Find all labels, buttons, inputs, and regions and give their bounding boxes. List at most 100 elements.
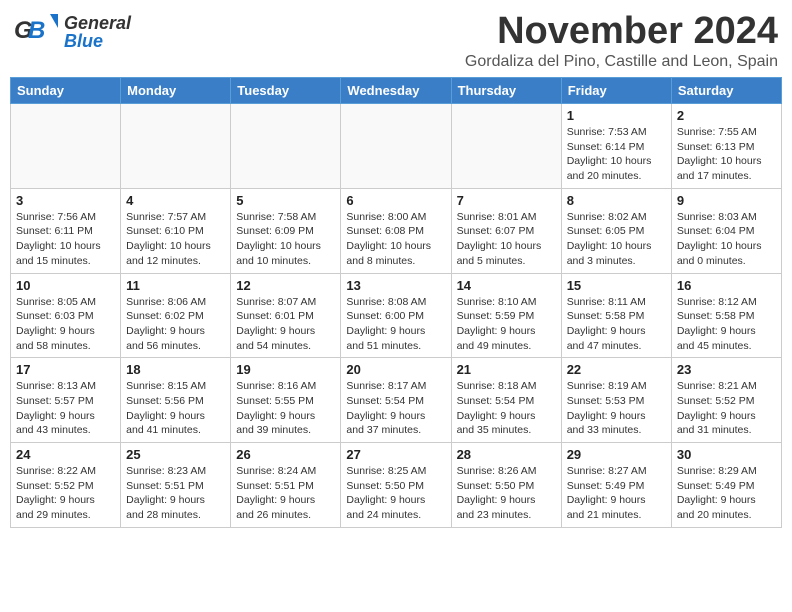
- day-number: 6: [346, 193, 445, 208]
- day-info: Sunrise: 8:29 AM Sunset: 5:49 PM Dayligh…: [677, 464, 776, 523]
- day-number: 10: [16, 278, 115, 293]
- calendar-cell: 21 Sunrise: 8:18 AM Sunset: 5:54 PM Dayli…: [451, 358, 561, 443]
- calendar-cell: 14Sunrise: 8:10 AM Sunset: 5:59 PM Dayli…: [451, 273, 561, 358]
- calendar-cell: 5 Sunrise: 7:58 AM Sunset: 6:09 PM Daylig…: [231, 188, 341, 273]
- day-number: 8: [567, 193, 666, 208]
- day-number: 11: [126, 278, 225, 293]
- calendar-cell: 4Sunrise: 7:57 AM Sunset: 6:10 PM Daylig…: [121, 188, 231, 273]
- day-number: 17: [16, 362, 115, 377]
- calendar-cell: 20Sunrise: 8:17 AM Sunset: 5:54 PM Dayli…: [341, 358, 451, 443]
- day-number: 13: [346, 278, 445, 293]
- calendar-cell: [451, 104, 561, 189]
- location-text: Gordaliza del Pino, Castille and Leon, S…: [465, 53, 778, 71]
- day-info: Sunrise: 8:01 AM Sunset: 6:07 PM Dayligh…: [457, 210, 556, 269]
- calendar-cell: 11Sunrise: 8:06 AM Sunset: 6:02 PM Dayli…: [121, 273, 231, 358]
- day-info: Sunrise: 8:22 AM Sunset: 5:52 PM Dayligh…: [16, 464, 115, 523]
- day-info: Sunrise: 8:12 AM Sunset: 5:58 PM Dayligh…: [677, 295, 776, 354]
- calendar-cell: 13 Sunrise: 8:08 AM Sunset: 6:00 PM Dayli…: [341, 273, 451, 358]
- weekday-header-monday: Monday: [121, 78, 231, 104]
- day-info: Sunrise: 8:18 AM Sunset: 5:54 PM Dayligh…: [457, 379, 556, 438]
- calendar-cell: 30 Sunrise: 8:29 AM Sunset: 5:49 PM Dayli…: [671, 443, 781, 528]
- day-info: Sunrise: 8:05 AM Sunset: 6:03 PM Dayligh…: [16, 295, 115, 354]
- logo-text: General Blue: [64, 14, 131, 50]
- day-number: 30: [677, 447, 776, 462]
- calendar-cell: 17Sunrise: 8:13 AM Sunset: 5:57 PM Dayli…: [11, 358, 121, 443]
- day-info: Sunrise: 8:19 AM Sunset: 5:53 PM Dayligh…: [567, 379, 666, 438]
- day-number: 7: [457, 193, 556, 208]
- day-info: Sunrise: 8:23 AM Sunset: 5:51 PM Dayligh…: [126, 464, 225, 523]
- day-info: Sunrise: 8:24 AM Sunset: 5:51 PM Dayligh…: [236, 464, 335, 523]
- calendar-cell: 10 Sunrise: 8:05 AM Sunset: 6:03 PM Dayli…: [11, 273, 121, 358]
- calendar-cell: 28 Sunrise: 8:26 AM Sunset: 5:50 PM Dayli…: [451, 443, 561, 528]
- calendar-cell: [341, 104, 451, 189]
- day-number: 5: [236, 193, 335, 208]
- calendar-cell: 12Sunrise: 8:07 AM Sunset: 6:01 PM Dayli…: [231, 273, 341, 358]
- calendar-cell: [121, 104, 231, 189]
- calendar-cell: 18 Sunrise: 8:15 AM Sunset: 5:56 PM Dayli…: [121, 358, 231, 443]
- day-info: Sunrise: 8:08 AM Sunset: 6:00 PM Dayligh…: [346, 295, 445, 354]
- day-number: 20: [346, 362, 445, 377]
- day-info: Sunrise: 8:27 AM Sunset: 5:49 PM Dayligh…: [567, 464, 666, 523]
- calendar-cell: 6 Sunrise: 8:00 AM Sunset: 6:08 PM Daylig…: [341, 188, 451, 273]
- day-number: 16: [677, 278, 776, 293]
- logo-general: General: [64, 14, 131, 32]
- day-number: 12: [236, 278, 335, 293]
- calendar-cell: 9 Sunrise: 8:03 AM Sunset: 6:04 PM Daylig…: [671, 188, 781, 273]
- day-info: Sunrise: 7:58 AM Sunset: 6:09 PM Dayligh…: [236, 210, 335, 269]
- calendar-cell: 3Sunrise: 7:56 AM Sunset: 6:11 PM Daylig…: [11, 188, 121, 273]
- weekday-header-tuesday: Tuesday: [231, 78, 341, 104]
- logo-blue: Blue: [64, 32, 131, 50]
- day-info: Sunrise: 8:26 AM Sunset: 5:50 PM Dayligh…: [457, 464, 556, 523]
- day-number: 9: [677, 193, 776, 208]
- day-number: 4: [126, 193, 225, 208]
- day-info: Sunrise: 8:03 AM Sunset: 6:04 PM Dayligh…: [677, 210, 776, 269]
- weekday-header-sunday: Sunday: [11, 78, 121, 104]
- day-number: 18: [126, 362, 225, 377]
- week-row-5: 24 Sunrise: 8:22 AM Sunset: 5:52 PM Dayli…: [11, 443, 782, 528]
- week-row-2: 3Sunrise: 7:56 AM Sunset: 6:11 PM Daylig…: [11, 188, 782, 273]
- day-info: Sunrise: 8:02 AM Sunset: 6:05 PM Dayligh…: [567, 210, 666, 269]
- calendar-cell: 1 Sunrise: 7:53 AM Sunset: 6:14 PM Daylig…: [561, 104, 671, 189]
- calendar-cell: [11, 104, 121, 189]
- day-info: Sunrise: 8:15 AM Sunset: 5:56 PM Dayligh…: [126, 379, 225, 438]
- day-number: 26: [236, 447, 335, 462]
- calendar-cell: 22 Sunrise: 8:19 AM Sunset: 5:53 PM Dayli…: [561, 358, 671, 443]
- day-info: Sunrise: 8:11 AM Sunset: 5:58 PM Dayligh…: [567, 295, 666, 354]
- calendar-cell: 26 Sunrise: 8:24 AM Sunset: 5:51 PM Dayli…: [231, 443, 341, 528]
- day-number: 23: [677, 362, 776, 377]
- day-number: 27: [346, 447, 445, 462]
- day-info: Sunrise: 7:55 AM Sunset: 6:13 PM Dayligh…: [677, 125, 776, 184]
- day-number: 22: [567, 362, 666, 377]
- day-number: 15: [567, 278, 666, 293]
- svg-text:B: B: [28, 17, 45, 44]
- calendar-body: 1 Sunrise: 7:53 AM Sunset: 6:14 PM Daylig…: [11, 104, 782, 528]
- day-number: 1: [567, 108, 666, 123]
- calendar-cell: 24 Sunrise: 8:22 AM Sunset: 5:52 PM Dayli…: [11, 443, 121, 528]
- calendar-cell: [231, 104, 341, 189]
- week-row-3: 10 Sunrise: 8:05 AM Sunset: 6:03 PM Dayli…: [11, 273, 782, 358]
- day-number: 25: [126, 447, 225, 462]
- calendar-cell: 27 Sunrise: 8:25 AM Sunset: 5:50 PM Dayli…: [341, 443, 451, 528]
- day-info: Sunrise: 7:56 AM Sunset: 6:11 PM Dayligh…: [16, 210, 115, 269]
- weekday-header-thursday: Thursday: [451, 78, 561, 104]
- calendar-cell: 29Sunrise: 8:27 AM Sunset: 5:49 PM Dayli…: [561, 443, 671, 528]
- calendar-cell: 16 Sunrise: 8:12 AM Sunset: 5:58 PM Dayli…: [671, 273, 781, 358]
- day-info: Sunrise: 8:00 AM Sunset: 6:08 PM Dayligh…: [346, 210, 445, 269]
- day-number: 21: [457, 362, 556, 377]
- day-number: 24: [16, 447, 115, 462]
- day-info: Sunrise: 8:25 AM Sunset: 5:50 PM Dayligh…: [346, 464, 445, 523]
- calendar-table: SundayMondayTuesdayWednesdayThursdayFrid…: [10, 77, 782, 528]
- page-header: G B General Blue November 2024 Gordaliza…: [10, 10, 782, 71]
- calendar-cell: 8 Sunrise: 8:02 AM Sunset: 6:05 PM Daylig…: [561, 188, 671, 273]
- week-row-4: 17Sunrise: 8:13 AM Sunset: 5:57 PM Dayli…: [11, 358, 782, 443]
- day-info: Sunrise: 7:53 AM Sunset: 6:14 PM Dayligh…: [567, 125, 666, 184]
- title-area: November 2024 Gordaliza del Pino, Castil…: [465, 10, 778, 71]
- day-number: 28: [457, 447, 556, 462]
- calendar-cell: 19Sunrise: 8:16 AM Sunset: 5:55 PM Dayli…: [231, 358, 341, 443]
- day-info: Sunrise: 8:21 AM Sunset: 5:52 PM Dayligh…: [677, 379, 776, 438]
- day-number: 19: [236, 362, 335, 377]
- weekday-header-friday: Friday: [561, 78, 671, 104]
- day-info: Sunrise: 8:10 AM Sunset: 5:59 PM Dayligh…: [457, 295, 556, 354]
- day-number: 2: [677, 108, 776, 123]
- calendar-cell: 25 Sunrise: 8:23 AM Sunset: 5:51 PM Dayli…: [121, 443, 231, 528]
